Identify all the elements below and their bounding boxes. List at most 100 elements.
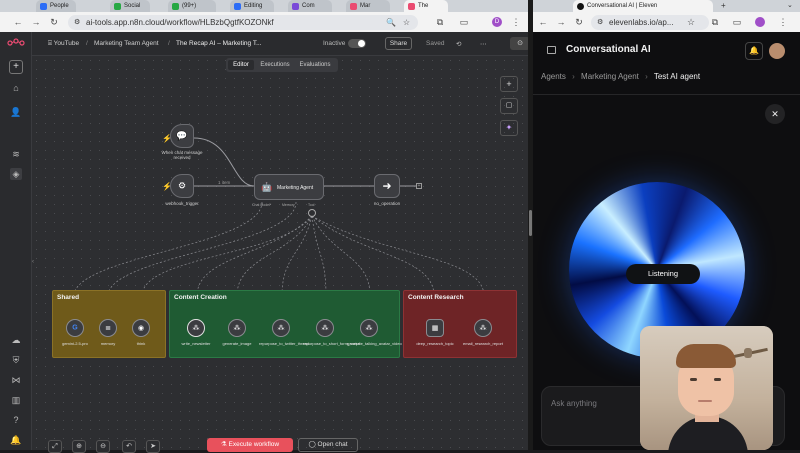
profile-avatar[interactable] <box>755 17 765 27</box>
think-node[interactable]: ◉ <box>132 319 150 337</box>
extensions-icon[interactable]: ⧉ <box>709 16 721 28</box>
workflow-icon: ⁂ <box>233 325 241 332</box>
marketing-agent-node[interactable]: 🤖 Marketing Agent <box>254 174 324 200</box>
webhook-trigger-node[interactable]: ⚙ <box>170 174 194 198</box>
email-report-label: email_research_report <box>462 341 504 346</box>
add-icon[interactable]: + <box>9 60 23 74</box>
browser-tab[interactable]: Com <box>288 0 332 12</box>
help-icon[interactable]: ? <box>10 414 22 426</box>
undo-icon[interactable]: ↶ <box>122 440 136 453</box>
tab-search-icon[interactable]: ⌄ <box>787 1 793 9</box>
deep-research-node[interactable]: ▦ <box>426 319 444 337</box>
bookmark-star-icon[interactable]: ☆ <box>685 16 697 28</box>
chat-trigger-node[interactable]: 💬 <box>170 124 194 148</box>
google-g-icon: G <box>72 324 78 332</box>
back-arrow-icon[interactable]: ← <box>12 16 24 28</box>
workflow-canvas[interactable]: Editor Executions Evaluations ⚡ 💬 When c… <box>32 56 528 453</box>
reload-icon[interactable]: ↻ <box>48 16 60 28</box>
tab-favicon <box>172 3 179 10</box>
browser-tab[interactable]: Mar <box>346 0 390 12</box>
active-status-label: Inactive <box>323 40 346 47</box>
bookmark-star-icon[interactable]: ☆ <box>403 15 410 30</box>
breadcrumb-agent[interactable]: Marketing Agent <box>581 72 639 81</box>
agent-port-tool: Tool <box>308 203 315 207</box>
generate-image-node[interactable]: ⁂ <box>228 319 246 337</box>
extensions-icon[interactable]: ⧉ <box>434 16 446 28</box>
address-bar[interactable]: ⚙ ai-tools.app.n8n.cloud/workflow/HLBzbQ… <box>68 15 418 30</box>
notification-bell-icon[interactable]: 🔔 <box>745 42 763 60</box>
site-info-icon[interactable]: ⚙ <box>74 15 80 30</box>
tab-label: People <box>50 3 69 9</box>
no-operation-label: no_operation <box>373 201 401 206</box>
add-node-plus-icon[interactable]: + <box>416 183 422 189</box>
menu-kebab-icon[interactable]: ⋮ <box>777 16 789 28</box>
workflow-icon: ⁂ <box>365 325 373 332</box>
home-icon[interactable]: ⌂ <box>10 82 22 94</box>
collapse-sidebar-icon[interactable]: ‹ <box>32 259 34 265</box>
write-newsletter-node[interactable]: ⁂ <box>187 319 205 337</box>
tab-favicon <box>114 3 121 10</box>
repurpose-short-form-node[interactable]: ⁂ <box>316 319 334 337</box>
cloud-icon[interactable]: ☁ <box>10 334 22 346</box>
new-tab-icon[interactable]: + <box>721 1 726 10</box>
notifications-icon[interactable]: 🔔 <box>10 434 22 446</box>
history-icon[interactable]: ⟲ <box>456 40 461 48</box>
menu-kebab-icon[interactable]: ⋮ <box>510 16 522 28</box>
breadcrumb-project-label: YouTube <box>53 40 80 47</box>
resize-handle[interactable] <box>529 210 532 236</box>
n8n-logo-icon[interactable] <box>7 38 25 48</box>
fit-view-icon[interactable]: ⤢ <box>48 440 62 453</box>
browser-tab[interactable]: People <box>36 0 76 12</box>
layers-icon[interactable]: ≋ <box>10 148 22 160</box>
breadcrumb-project[interactable]: ⌸ YouTube <box>48 40 79 48</box>
active-toggle[interactable] <box>348 39 366 48</box>
webcam-overlay <box>640 326 773 450</box>
back-arrow-icon[interactable]: ← <box>537 16 549 28</box>
browser-tab[interactable]: Editing <box>230 0 274 12</box>
stack-icon[interactable]: ◈ <box>10 168 22 180</box>
user-icon[interactable]: 👤 <box>10 106 22 118</box>
email-report-node[interactable]: ⁂ <box>474 319 492 337</box>
open-chat-label: Open chat <box>317 441 348 448</box>
close-icon[interactable]: ✕ <box>765 104 785 124</box>
more-options-icon[interactable]: ⋯ <box>480 40 487 48</box>
profile-avatar[interactable]: D <box>492 17 502 27</box>
insights-icon[interactable]: ▥ <box>10 394 22 406</box>
cast-icon[interactable]: ▭ <box>458 16 470 28</box>
content-research-group: Content Research ▦ deep_research_topic ⁂… <box>403 290 517 358</box>
sticky-note-icon[interactable]: ▢ <box>500 98 518 114</box>
forward-arrow-icon[interactable]: → <box>555 16 567 28</box>
zoom-out-icon[interactable]: ⊖ <box>96 440 110 453</box>
user-avatar[interactable] <box>769 43 785 59</box>
site-info-icon[interactable]: ⚙ <box>597 15 603 30</box>
breadcrumb-folder[interactable]: Marketing Team Agent <box>94 40 159 47</box>
shield-icon[interactable]: ⛨ <box>10 354 22 366</box>
add-node-button[interactable]: + <box>500 76 518 92</box>
browser-tab[interactable]: (99+) <box>168 0 216 12</box>
gemini-node[interactable]: G <box>66 319 84 337</box>
repurpose-twitter-node[interactable]: ⁂ <box>272 319 290 337</box>
cast-icon[interactable]: ▭ <box>731 16 743 28</box>
talking-avatar-node[interactable]: ⁂ <box>360 319 378 337</box>
sidebar-toggle-icon[interactable] <box>547 46 556 54</box>
browser-tab[interactable]: Social <box>110 0 150 12</box>
share-button[interactable]: Share <box>385 37 412 50</box>
reload-icon[interactable]: ↻ <box>573 16 585 28</box>
left-browser-toolbar: ← → ↻ ⚙ ai-tools.app.n8n.cloud/workflow/… <box>0 12 528 32</box>
forward-arrow-icon[interactable]: → <box>30 16 42 28</box>
zoom-in-icon[interactable]: ⊕ <box>72 440 86 453</box>
edge-item-count: 1 item <box>218 180 231 185</box>
variables-icon[interactable]: ⋈ <box>10 374 22 386</box>
browser-tab-active[interactable]: Conversational AI | Eleven <box>573 0 713 12</box>
add-tool-port[interactable] <box>308 209 316 217</box>
browser-tab-active[interactable]: The <box>404 0 448 12</box>
workflow-name[interactable]: The Recap AI – Marketing T... <box>176 40 262 47</box>
pointer-icon[interactable]: ➤ <box>146 440 160 453</box>
breadcrumb-agents[interactable]: Agents <box>541 72 566 81</box>
no-operation-node[interactable]: ➜ <box>374 174 400 198</box>
memory-node[interactable]: ≣ <box>99 319 117 337</box>
chat-trigger-label: When chat message received <box>161 150 203 160</box>
github-icon[interactable]: ⊙ <box>510 37 530 50</box>
zoom-icon[interactable]: 🔍 <box>386 15 396 30</box>
ai-assistant-icon[interactable]: ✦ <box>500 120 518 136</box>
